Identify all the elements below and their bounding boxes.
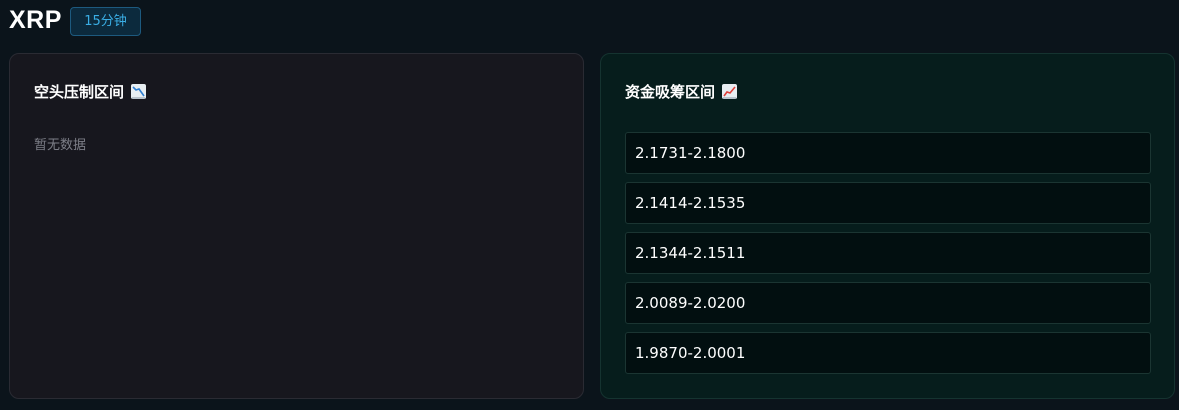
interval-badge[interactable]: 15分钟 [70,7,141,36]
zone-row[interactable]: 2.1344-2.1511 [625,232,1151,274]
empty-state-text: 暂无数据 [34,138,87,153]
zone-row[interactable]: 1.9870-2.0001 [625,332,1151,374]
short-panel-title-label: 空头压制区间 [34,83,125,101]
chart-decreasing-icon [131,84,147,99]
zone-row[interactable]: 2.1731-2.1800 [625,132,1151,174]
long-panel-title: 资金吸筹区间 [625,81,738,102]
chart-increasing-icon [722,84,738,99]
zone-row[interactable]: 2.1414-2.1535 [625,182,1151,224]
short-pressure-panel: 空头压制区间 暂无数据 [9,53,584,399]
zone-row[interactable]: 2.0089-2.0200 [625,282,1151,324]
header: XRP 15分钟 [0,0,1179,44]
zone-list: 2.1731-2.1800 2.1414-2.1535 2.1344-2.151… [625,132,1151,382]
accumulation-panel: 资金吸筹区间 2.1731-2.1800 2.1414-2.1535 2.134… [600,53,1175,399]
symbol-title: XRP [9,6,62,34]
short-panel-title: 空头压制区间 [34,81,147,102]
long-panel-title-label: 资金吸筹区间 [625,83,716,101]
